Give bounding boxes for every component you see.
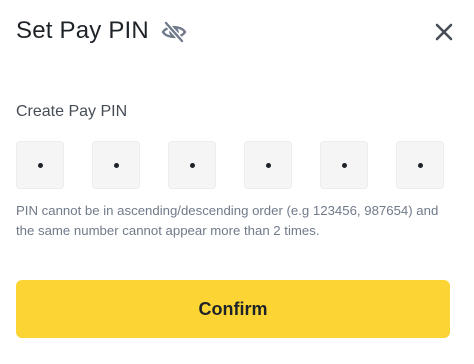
eye-slash-icon[interactable] xyxy=(160,20,188,44)
pin-digit-6[interactable] xyxy=(396,141,444,189)
pin-digit-4[interactable] xyxy=(244,141,292,189)
pin-digit-1[interactable] xyxy=(16,141,64,189)
confirm-button[interactable]: Confirm xyxy=(16,280,450,338)
pin-mask-dot xyxy=(341,162,347,168)
pin-mask-dot xyxy=(265,162,271,168)
close-icon xyxy=(435,23,453,41)
pin-rules-hint: PIN cannot be in ascending/descending or… xyxy=(16,203,439,238)
dialog-title: Set Pay PIN xyxy=(16,17,149,44)
pin-digit-3[interactable] xyxy=(168,141,216,189)
pin-input-group xyxy=(16,141,458,189)
pin-mask-dot xyxy=(37,162,43,168)
close-button[interactable] xyxy=(430,18,458,46)
pin-mask-dot xyxy=(417,162,423,168)
pin-field-label: Create Pay PIN xyxy=(16,103,128,120)
dialog-header: Set Pay PIN xyxy=(16,14,458,50)
pin-mask-dot xyxy=(113,162,119,168)
set-pay-pin-dialog: Set Pay PIN Create Pay PIN PIN cannot be… xyxy=(0,0,474,364)
pin-digit-2[interactable] xyxy=(92,141,140,189)
pin-mask-dot xyxy=(189,162,195,168)
pin-digit-5[interactable] xyxy=(320,141,368,189)
